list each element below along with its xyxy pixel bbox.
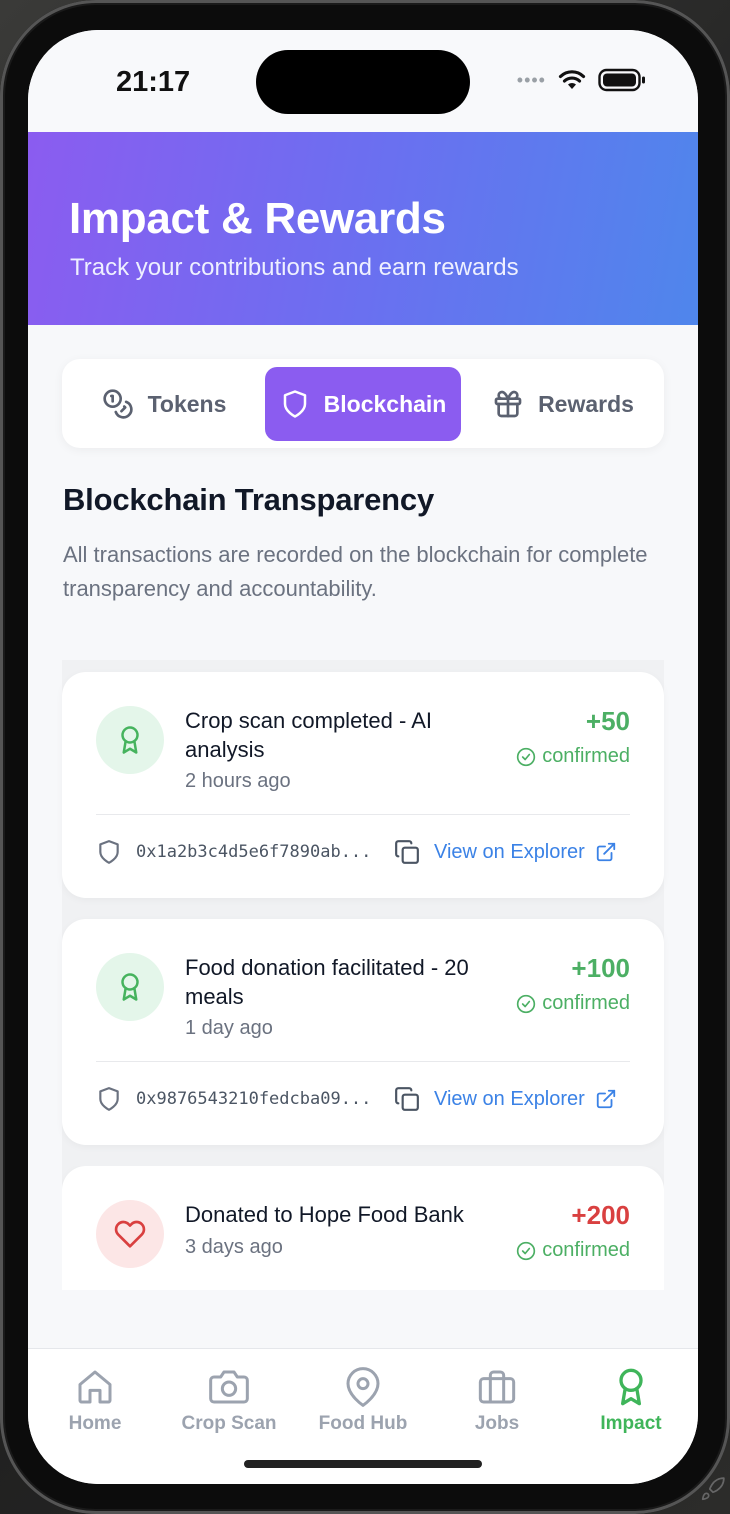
rocket-icon [701,1477,725,1501]
transaction-amount: +100 [571,953,630,983]
transaction-amount: +50 [585,706,630,736]
check-circle-icon [517,747,536,766]
explorer-link-label: View on Explorer [434,840,585,863]
nav-label: Jobs [474,1413,520,1434]
home-icon [78,1370,112,1404]
transaction-card[interactable]: Food donation facilitated - 20 meals 1 d… [62,919,664,1145]
transaction-time: 1 day ago [185,1017,273,1039]
heart-icon [114,1220,146,1248]
nav-label: Crop Scan [181,1413,277,1434]
copy-icon[interactable] [394,1086,420,1112]
coins-icon [102,389,133,419]
app-screen: 21:17 •••• Impact & Rewards Track your c… [28,30,698,1484]
page-subtitle: Track your contributions and earn reward… [70,254,519,281]
transaction-card[interactable]: Donated to Hope Food Bank 3 days ago +20… [62,1166,664,1290]
segment-tabs: Tokens Blockchain Rewards [62,359,664,448]
nav-label: Home [68,1413,122,1434]
tab-blockchain-label: Blockchain [323,390,447,417]
check-circle-icon [517,994,536,1013]
hash-row: 0x1a2b3c4d5e6f7890ab... View on Explorer [96,837,630,867]
status-bar: 21:17 •••• [28,30,698,132]
nav-item-crop-scan[interactable]: Crop Scan [162,1367,296,1435]
transaction-time: 2 hours ago [185,770,291,792]
tab-tokens-label: Tokens [147,390,227,417]
tab-tokens[interactable]: Tokens [70,367,258,441]
transaction-title: Crop scan completed - AI analysis [185,708,433,762]
nav-item-jobs[interactable]: Jobs [430,1367,564,1435]
transaction-title: Donated to Hope Food Bank [185,1202,464,1227]
award-icon [121,973,139,1001]
status-label: confirmed [542,992,630,1014]
phone-frame: 21:17 •••• Impact & Rewards Track your c… [0,0,730,1514]
external-link-icon [596,1089,615,1109]
home-indicator[interactable] [244,1460,482,1468]
shield-icon [99,840,119,864]
transaction-hash: 0x1a2b3c4d5e6f7890ab... [136,842,372,862]
section-description: All transactions are recorded on the blo… [63,542,648,601]
award-icon [121,726,139,754]
nav-label: Impact [600,1413,662,1434]
signal-dots-icon: •••• [516,70,546,90]
page-header: Impact & Rewards Track your contribution… [28,132,698,325]
transaction-time: 3 days ago [185,1236,283,1258]
transaction-amount: +200 [571,1200,630,1230]
nav-item-impact[interactable]: Impact [564,1367,698,1435]
nav-label: Food Hub [318,1413,408,1434]
check-circle-icon [517,1241,536,1260]
card-divider [96,1061,630,1062]
status-time: 21:17 [116,66,191,98]
wifi-icon [558,70,586,89]
status-icons: •••• [517,68,646,92]
transaction-avatar [96,953,164,1021]
shield-icon [283,390,306,418]
section-title: Blockchain Transparency [63,482,435,517]
status-badge: confirmed [516,1239,630,1262]
view-on-explorer-link[interactable]: View on Explorer [434,1088,617,1111]
status-badge: confirmed [516,992,630,1015]
award-icon [619,1368,643,1406]
transaction-avatar [96,1200,164,1268]
nav-item-home[interactable]: Home [28,1367,162,1435]
transaction-card[interactable]: Crop scan completed - AI analysis 2 hour… [62,672,664,898]
copy-icon[interactable] [394,839,420,865]
transaction-avatar [96,706,164,774]
shield-icon [99,1087,119,1111]
page-title: Impact & Rewards [69,194,446,243]
transaction-hash: 0x9876543210fedcba09... [136,1089,372,1109]
nav-item-food-hub[interactable]: Food Hub [296,1367,430,1435]
tab-rewards-label: Rewards [538,390,634,417]
transaction-title: Food donation facilitated - 20 meals [185,955,469,1009]
dynamic-island [256,50,470,114]
card-divider [96,814,630,815]
briefcase-icon [478,1370,516,1404]
status-badge: confirmed [516,745,630,768]
external-link-icon [596,842,615,862]
battery-icon [598,68,645,92]
gift-icon [494,390,522,418]
status-label: confirmed [542,1239,630,1261]
camera-icon [209,1370,249,1404]
view-on-explorer-link[interactable]: View on Explorer [434,841,617,864]
explorer-link-label: View on Explorer [434,1087,585,1110]
status-label: confirmed [542,745,630,767]
map-pin-icon [346,1367,380,1407]
list-clip: Donated to Hope Food Bank 3 days ago +20… [62,1166,664,1290]
hash-row: 0x9876543210fedcba09... View on Explorer [96,1084,630,1114]
tab-rewards[interactable]: Rewards [468,367,658,441]
tab-blockchain[interactable]: Blockchain [265,367,461,441]
